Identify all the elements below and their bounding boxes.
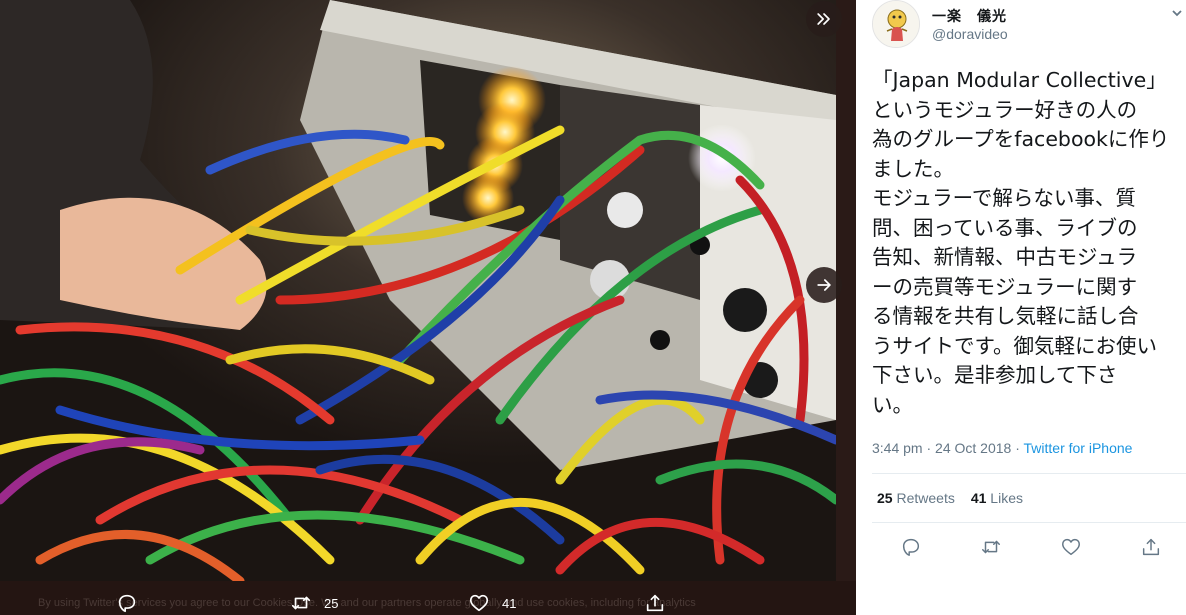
tweet-photo[interactable]: [0, 0, 836, 581]
media-like-count: 41: [502, 595, 517, 611]
arrow-right-icon: [817, 279, 831, 291]
share-icon: [646, 594, 664, 612]
tweet-text-line: ーの売買等モジュラーに関す: [872, 274, 1138, 299]
tweet-text-line: る情報を共有し気軽に話し合: [872, 304, 1139, 328]
avatar[interactable]: [872, 0, 920, 48]
media-retweet-button[interactable]: 25: [290, 592, 338, 614]
chevron-down-icon: [1172, 10, 1182, 17]
retweet-icon: [291, 596, 311, 610]
media-retweet-count: 25: [324, 595, 339, 611]
divider: [872, 522, 1186, 523]
next-photo-button[interactable]: [806, 267, 842, 303]
tweet-text-line: 下さい。是非参加して下さ: [872, 363, 1118, 387]
likes-label: Likes: [990, 490, 1023, 506]
tweet-text-line: というモジュラー好きの人の: [872, 97, 1138, 122]
reply-button[interactable]: [900, 536, 924, 560]
cookie-notice: By using Twitter's services you agree to…: [38, 597, 696, 609]
tweet-text-line: モジュラーで解らない事、質: [872, 186, 1136, 210]
share-button[interactable]: [1140, 536, 1164, 560]
retweets-count: 25: [877, 490, 893, 506]
likes-stat[interactable]: 41 Likes: [971, 490, 1023, 506]
media-viewer: By using Twitter's services you agree to…: [0, 0, 856, 615]
retweet-icon: [982, 540, 1000, 554]
tweet-text-line: ました。: [872, 156, 954, 181]
double-chevron-right-icon: [817, 13, 830, 25]
retweets-stat[interactable]: 25 Retweets: [877, 490, 955, 506]
like-button[interactable]: [1060, 536, 1084, 560]
heart-icon: [469, 594, 489, 612]
collapse-panel-button[interactable]: [806, 1, 842, 37]
media-like-button[interactable]: 41: [468, 592, 516, 614]
tweet-text-line: うサイトです。御気軽にお使い: [872, 333, 1157, 358]
media-reply-button[interactable]: [116, 592, 138, 614]
avatar-image: [873, 1, 919, 47]
divider: [872, 473, 1186, 474]
media-share-button[interactable]: [644, 592, 666, 614]
reply-icon: [118, 594, 136, 613]
user-handle[interactable]: @doravideo: [932, 26, 1008, 42]
retweets-label: Retweets: [896, 490, 955, 506]
heart-icon: [1062, 538, 1080, 556]
reply-icon: [902, 538, 920, 556]
retweet-button[interactable]: [980, 536, 1004, 560]
tweet-timestamp[interactable]: 3:44 pm · 24 Oct 2018: [872, 440, 1011, 456]
share-icon: [1142, 538, 1160, 556]
meta-separator: ·: [1011, 440, 1024, 456]
tweet-stats: 25 Retweets 41 Likes: [877, 490, 1023, 506]
tweet-text-line: 為のグループをfacebookに作り: [872, 127, 1170, 151]
tweet-detail-panel: 一楽 儀光 @doravideo 「Japan Modular Collecti…: [856, 0, 1186, 615]
tweet-metadata: 3:44 pm · 24 Oct 2018 · Twitter for iPho…: [872, 440, 1132, 456]
tweet-text: 「Japan Modular Collective」 というモジュラー好きの人の…: [872, 66, 1186, 420]
tweet-source-link[interactable]: Twitter for iPhone: [1024, 440, 1133, 456]
display-name[interactable]: 一楽 儀光: [932, 6, 1007, 26]
more-options-button[interactable]: [1170, 6, 1184, 20]
tweet-text-line: 「Japan Modular Collective」: [872, 68, 1167, 92]
tweet-text-line: 問、困っている事、ライブの: [872, 215, 1138, 240]
likes-count: 41: [970, 490, 987, 506]
tweet-text-line: 告知、新情報、中古モジュラ: [872, 245, 1138, 269]
tweet-text-line: い。: [872, 392, 913, 417]
